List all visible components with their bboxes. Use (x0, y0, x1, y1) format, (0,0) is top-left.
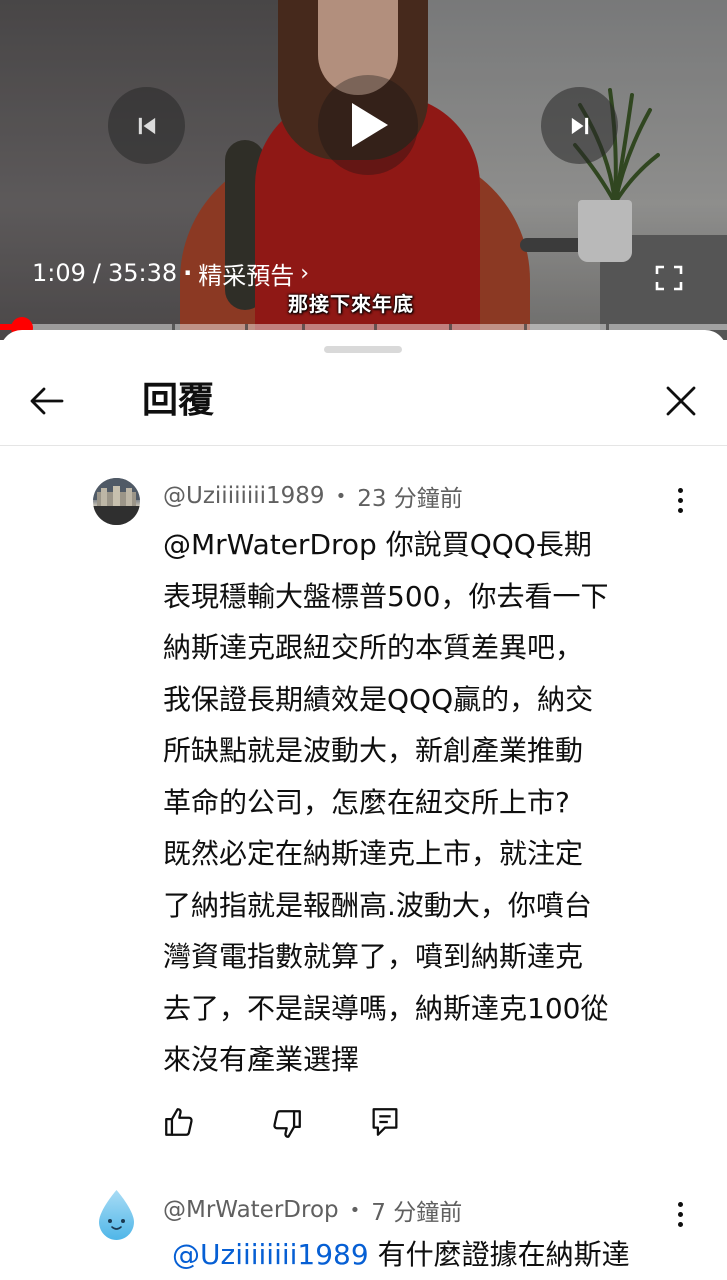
meta-bullet: • (349, 1199, 361, 1221)
reply-text: 有什麼證據在納斯達 (377, 1238, 630, 1271)
sheet-header: 回覆 (0, 358, 727, 446)
thumbs-down-icon[interactable] (270, 1107, 304, 1141)
comment-body: @MrWaterDrop 你說買QQQ長期 表現穩輸大盤標普500，你去看一下 … (163, 519, 693, 1086)
fullscreen-icon[interactable] (655, 265, 683, 291)
comment-author[interactable]: @Uziiiiiiii1989 (163, 483, 325, 509)
play-button[interactable] (318, 75, 418, 175)
meta-bullet: • (335, 485, 347, 507)
comment-line: 來沒有產業選擇 (163, 1043, 360, 1076)
time-separator: / (92, 259, 101, 287)
duration: 35:38 (108, 259, 178, 287)
comment-time: 23 分鐘前 (357, 486, 463, 512)
previous-button[interactable] (108, 87, 185, 164)
reply-mention[interactable]: @Uziiiiiiii1989 (172, 1238, 369, 1271)
sheet-title: 回覆 (142, 380, 215, 421)
comment-line: 納斯達克跟紐交所的本質差異吧， (163, 631, 584, 664)
skip-next-icon (571, 117, 588, 134)
avatar-image (93, 478, 140, 525)
reply-author[interactable]: @MrWaterDrop (163, 1197, 339, 1223)
comment-line: 表現穩輸大盤標普500，你去看一下 (163, 579, 609, 613)
reply-meta: @MrWaterDrop • 7 分鐘前 (163, 1194, 462, 1226)
reply-body: @Uziiiiiiii1989 有什麼證據在納斯達 (172, 1233, 630, 1277)
time-dot: · (183, 259, 193, 287)
current-time: 1:09 (32, 259, 86, 287)
comment-line: 灣資電指數就算了，噴到納斯達克 (163, 940, 584, 973)
avatar[interactable] (93, 478, 140, 525)
time-display[interactable]: 1:09 / 35:38 · 精采預告 › (32, 256, 310, 291)
skip-previous-icon (138, 117, 155, 134)
more-vertical-icon[interactable] (668, 1194, 692, 1234)
comment-icon[interactable] (368, 1105, 402, 1139)
comment-line: 所缺點就是波動大，新創產業推動 (163, 734, 584, 767)
replies-sheet: 回覆 @Uziiiiiiii1989 • 23 分鐘前 @MrWaterDrop… (0, 330, 727, 1280)
reply-time: 7 分鐘前 (371, 1200, 463, 1226)
video-subtitle: 那接下來年底 (288, 292, 414, 316)
play-icon (352, 103, 388, 147)
thumbs-up-icon[interactable] (162, 1105, 196, 1139)
comment-line: 了納指就是報酬高.波動大，你噴台 (163, 888, 592, 922)
comment-line: 去了，不是誤導嗎，納斯達克100從 (163, 991, 609, 1025)
close-icon[interactable] (660, 380, 702, 422)
comment-line: @MrWaterDrop 你說買QQQ長期 (163, 528, 592, 561)
arrow-left-icon[interactable] (26, 380, 68, 422)
avatar[interactable] (93, 1188, 140, 1242)
chapter-title[interactable]: 精采預告 (198, 256, 294, 291)
comment-line: 革命的公司，怎麼在紐交所上市? (163, 785, 570, 819)
next-button[interactable] (541, 87, 618, 164)
drag-handle[interactable] (324, 346, 402, 353)
video-player[interactable]: 1:09 / 35:38 · 精采預告 › 那接下來年底 (0, 0, 727, 340)
chevron-right-icon: › (300, 260, 310, 286)
comment-line: 我保證長期績效是QQQ贏的，納交 (163, 682, 594, 716)
comment-line: 既然必定在納斯達克上市，就注定 (163, 837, 584, 870)
more-vertical-icon[interactable] (668, 480, 692, 520)
comment-meta: @Uziiiiiiii1989 • 23 分鐘前 (163, 480, 463, 512)
